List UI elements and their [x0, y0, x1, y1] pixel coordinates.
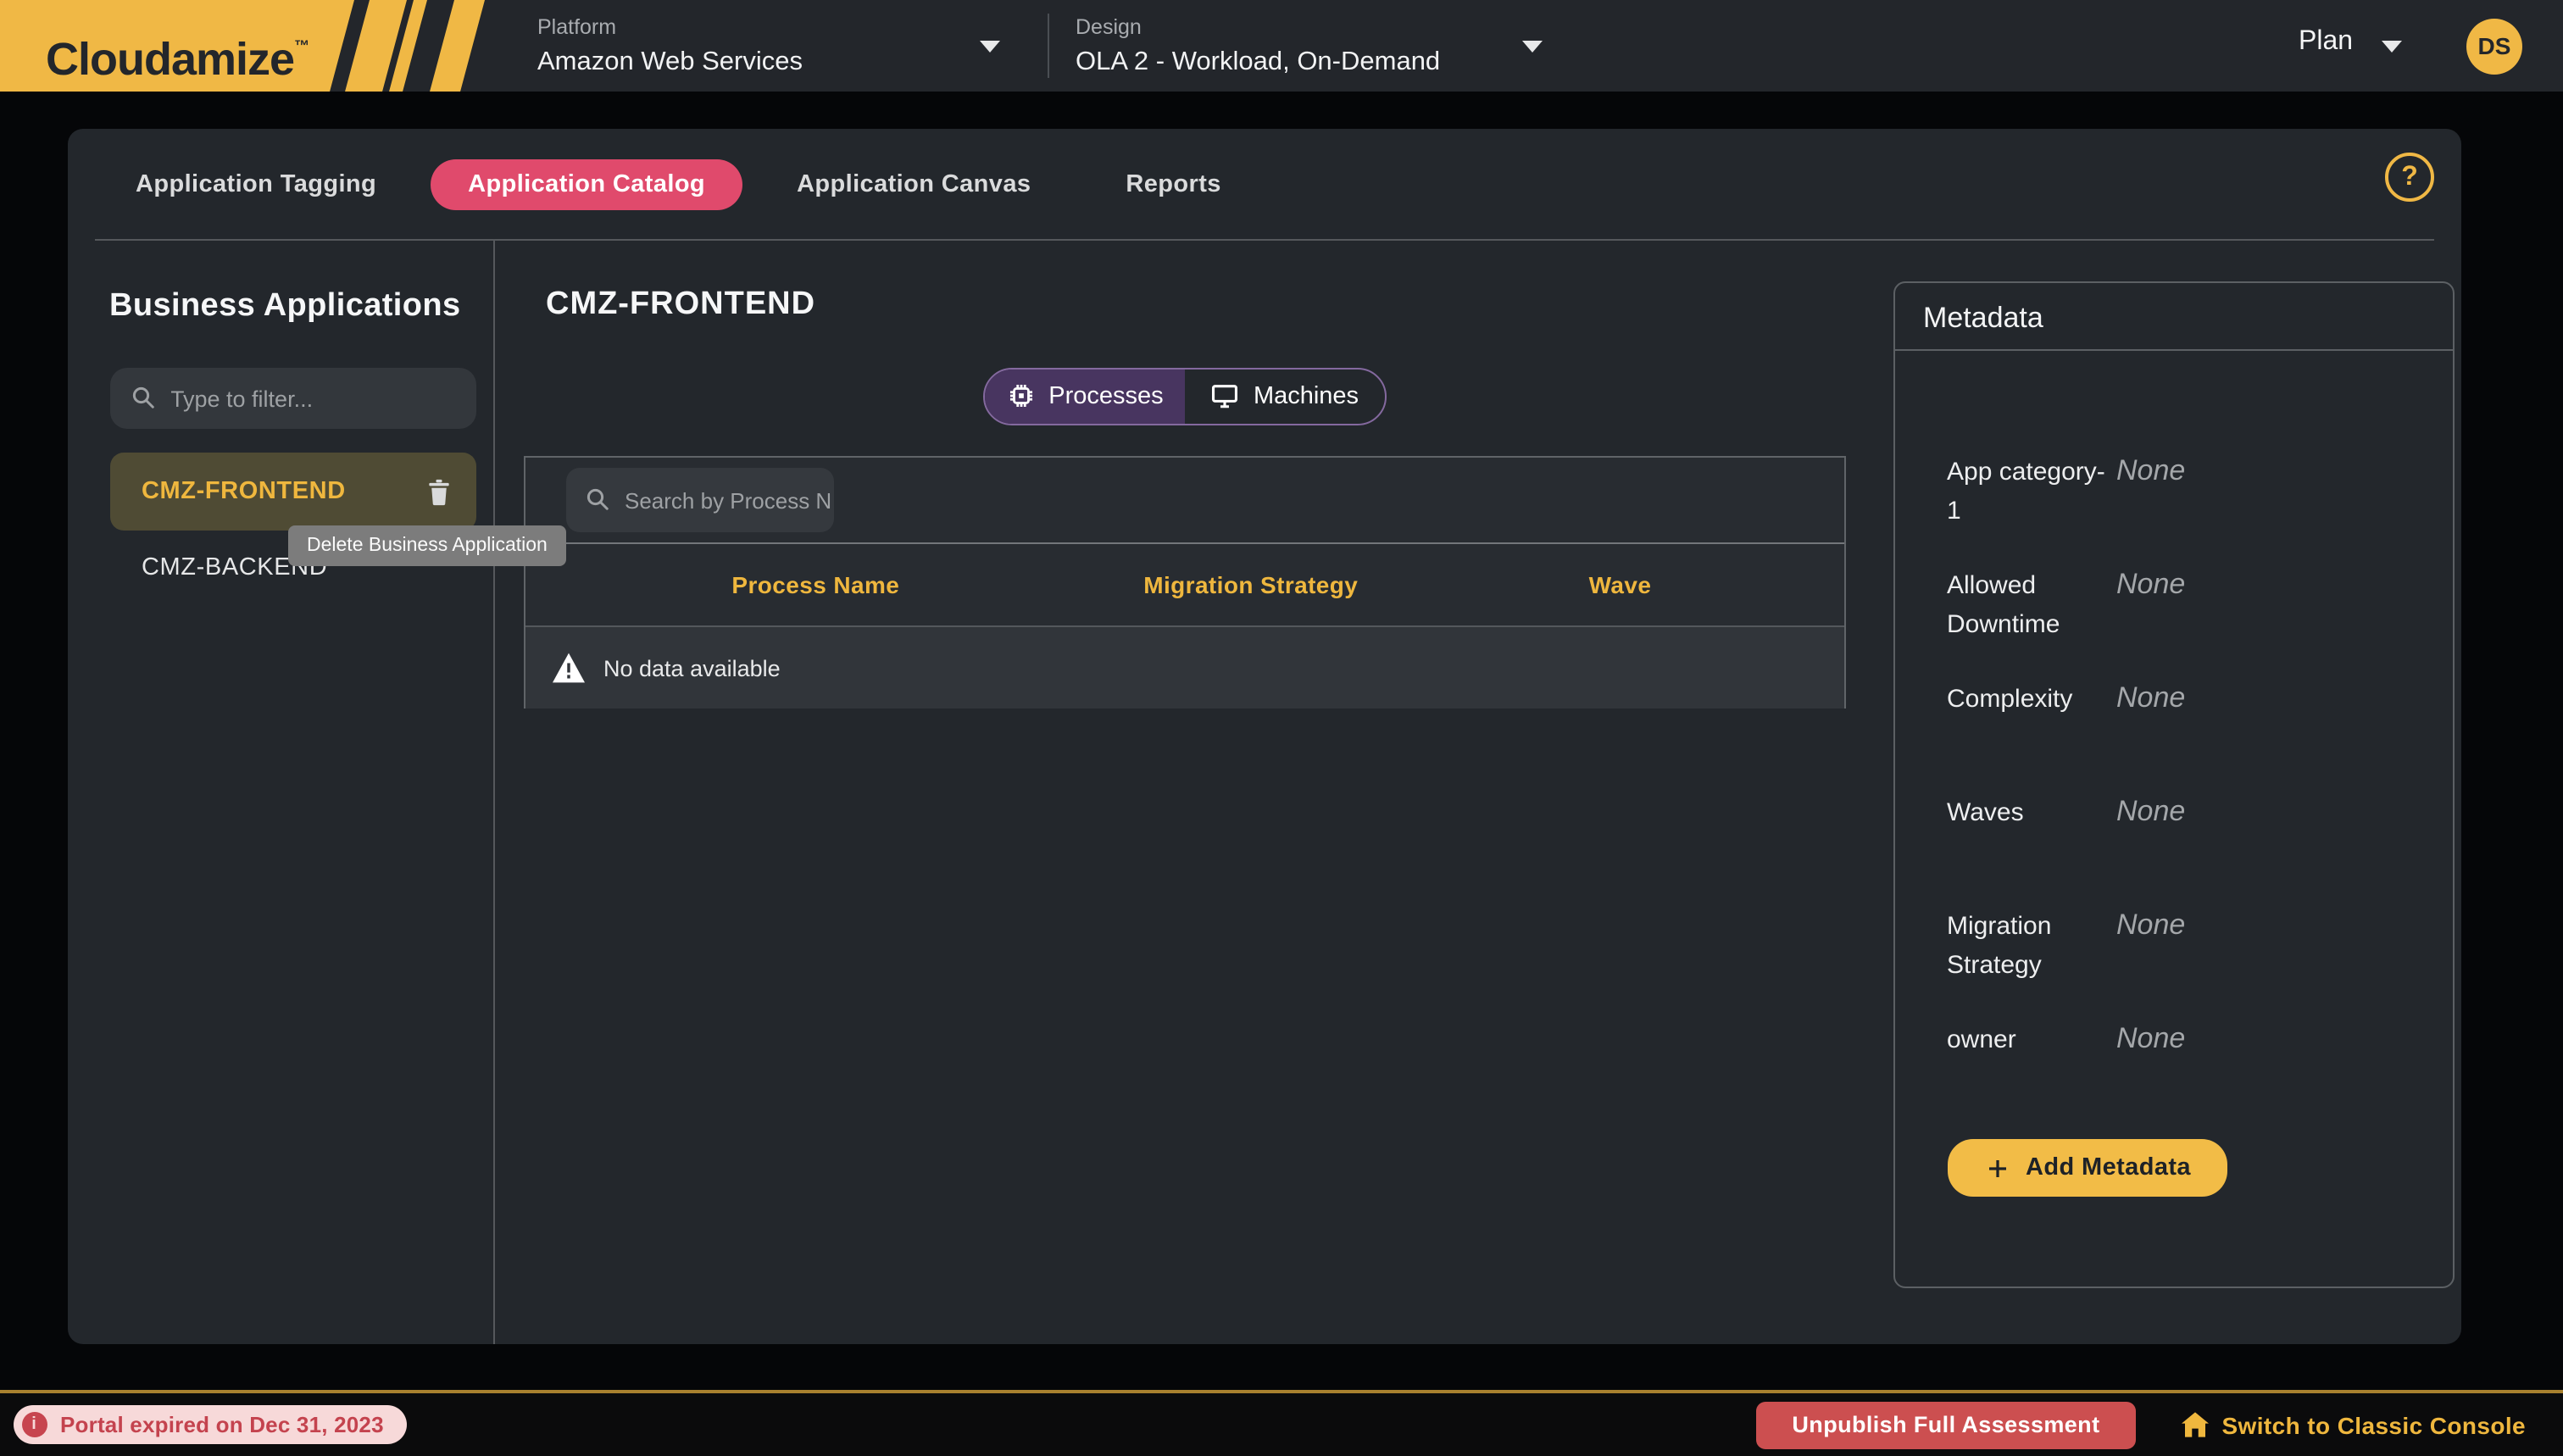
chevron-down-icon [2382, 41, 2402, 53]
platform-select[interactable]: Platform Amazon Web Services [537, 15, 803, 80]
metadata-label: Migration Strategy [1947, 907, 2116, 985]
metadata-value: None [2116, 566, 2185, 602]
process-table: Process Name Migration Strategy Wave No … [524, 456, 1846, 709]
sidebar-divider [492, 239, 494, 1344]
tab-application-canvas[interactable]: Application Canvas [756, 170, 1071, 197]
column-migration-strategy: Migration Strategy [1106, 571, 1396, 598]
process-search [565, 468, 833, 532]
monitor-icon [1211, 381, 1240, 410]
metadata-row: App category-1 None [1947, 453, 2428, 566]
metadata-label: Allowed Downtime [1947, 566, 2116, 644]
tabs-divider [95, 239, 2434, 241]
brand-stripe [430, 0, 485, 92]
bottom-bar: i Portal expired on Dec 31, 2023 Unpubli… [0, 1390, 2563, 1456]
chevron-down-icon [1522, 41, 1543, 53]
metadata-value: None [2116, 1020, 2185, 1056]
metadata-label: Waves [1947, 793, 2116, 832]
portal-expired-badge: i Portal expired on Dec 31, 2023 [13, 1405, 408, 1444]
design-label: Design [1076, 15, 1440, 41]
home-icon [2181, 1412, 2208, 1437]
app-root: Cloudamize™ Platform Amazon Web Services… [0, 0, 2563, 1456]
platform-value: Amazon Web Services [537, 44, 803, 80]
metadata-row: Allowed Downtime None [1947, 566, 2428, 680]
metadata-row: Waves None [1947, 793, 2428, 907]
chip-icon [1006, 381, 1035, 410]
content-card: Application Tagging Application Catalog … [68, 129, 2461, 1344]
sidebar-title: Business Applications [109, 288, 461, 325]
brand-logo[interactable]: Cloudamize™ [46, 22, 309, 83]
add-metadata-button[interactable]: Add Metadata [1948, 1139, 2228, 1197]
chevron-down-icon [980, 41, 1000, 53]
toggle-processes-label: Processes [1048, 382, 1163, 409]
info-icon: i [21, 1412, 47, 1437]
metadata-row: owner None [1947, 1020, 2428, 1134]
avatar[interactable]: DS [2466, 18, 2522, 74]
column-process-name: Process Name [525, 571, 1106, 598]
toggle-processes[interactable]: Processes [985, 369, 1185, 423]
plus-icon [1985, 1155, 2010, 1181]
metadata-panel: Metadata App category-1 None Allowed Dow… [1893, 281, 2454, 1288]
tab-bar: Application Tagging Application Catalog … [95, 129, 2434, 239]
view-toggle: Processes Machines [983, 367, 1387, 425]
empty-state-text: No data available [603, 655, 781, 681]
plan-menu[interactable]: Plan [2299, 27, 2353, 58]
metadata-value: None [2116, 907, 2185, 942]
add-metadata-label: Add Metadata [2026, 1154, 2191, 1181]
metadata-title: Metadata [1923, 302, 2043, 336]
metadata-value: None [2116, 680, 2185, 715]
metadata-value: None [2116, 453, 2185, 488]
sidebar-item-label: CMZ-FRONTEND [109, 478, 416, 505]
help-button[interactable]: ? [2385, 153, 2434, 202]
warning-icon [553, 653, 585, 683]
toggle-machines-label: Machines [1254, 382, 1359, 409]
top-bar: Cloudamize™ Platform Amazon Web Services… [0, 0, 2563, 92]
metadata-divider [1894, 348, 2452, 350]
sidebar-filter-input[interactable] [109, 368, 475, 429]
empty-state-row: No data available [525, 627, 1844, 709]
portal-expired-text: Portal expired on Dec 31, 2023 [60, 1412, 384, 1437]
tab-application-catalog[interactable]: Application Catalog [431, 158, 742, 209]
switch-to-classic-label: Switch to Classic Console [2221, 1411, 2526, 1438]
tab-application-tagging[interactable]: Application Tagging [95, 170, 417, 197]
switch-to-classic-link[interactable]: Switch to Classic Console [2181, 1411, 2526, 1438]
process-search-input[interactable] [565, 468, 833, 532]
sidebar-filter [109, 368, 475, 429]
metadata-label: owner [1947, 1020, 2116, 1059]
column-wave: Wave [1396, 571, 1844, 598]
page-title: CMZ-FRONTEND [546, 286, 815, 324]
metadata-label: Complexity [1947, 680, 2116, 719]
question-mark-icon: ? [2401, 162, 2418, 192]
design-select[interactable]: Design OLA 2 - Workload, On-Demand [1076, 15, 1440, 80]
footer-actions: Unpublish Full Assessment Switch to Clas… [1756, 1401, 2563, 1448]
metadata-rows: App category-1 None Allowed Downtime Non… [1947, 453, 2428, 1134]
sidebar-item-cmz-frontend[interactable]: CMZ-FRONTEND [109, 453, 475, 531]
design-value: OLA 2 - Workload, On-Demand [1076, 44, 1440, 80]
brand-trademark: ™ [294, 37, 309, 54]
trash-icon [426, 477, 450, 506]
table-header-row: Process Name Migration Strategy Wave [525, 542, 1844, 627]
toggle-machines[interactable]: Machines [1185, 369, 1385, 423]
tab-reports[interactable]: Reports [1085, 170, 1261, 197]
metadata-row: Migration Strategy None [1947, 907, 2428, 1020]
unpublish-assessment-button[interactable]: Unpublish Full Assessment [1756, 1401, 2135, 1448]
metadata-row: Complexity None [1947, 680, 2428, 793]
metadata-label: App category-1 [1947, 453, 2116, 531]
metadata-value: None [2116, 793, 2185, 829]
delete-tooltip: Delete Business Application [288, 525, 566, 566]
header-divider [1048, 14, 1049, 78]
platform-label: Platform [537, 15, 803, 41]
delete-application-button[interactable] [416, 470, 460, 514]
brand-name: Cloudamize [46, 34, 294, 85]
